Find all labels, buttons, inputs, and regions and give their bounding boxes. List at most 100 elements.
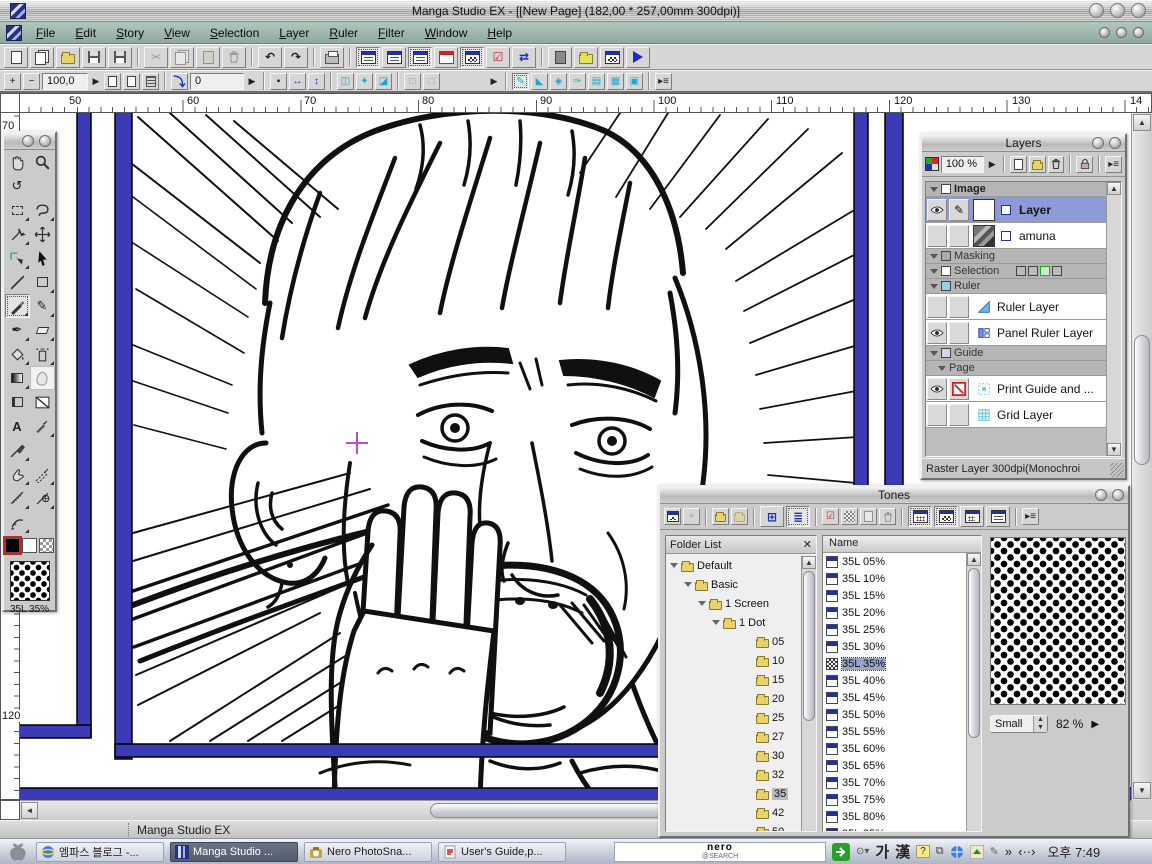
toolbar-menu-button[interactable]: ▸≡ [655, 73, 672, 90]
taskbar-button-manga-studio[interactable]: Manga Studio ... [170, 842, 298, 862]
ruler-triangle-tool-button[interactable]: ◣ [531, 73, 548, 90]
new-folder-button[interactable] [1029, 156, 1046, 173]
tray-dropdown-icon[interactable]: ⊙▾ [856, 846, 869, 857]
folder-up-button[interactable] [712, 508, 729, 525]
paste-tone-button[interactable] [664, 508, 681, 525]
pencil-tool[interactable]: ✎ [30, 294, 55, 318]
tree-node-dot[interactable]: 1 Dot [668, 613, 800, 632]
page-list-button[interactable] [548, 47, 572, 68]
selection-icon[interactable] [1052, 266, 1062, 276]
draft-toggle[interactable] [949, 296, 969, 318]
selection-icon[interactable] [1028, 266, 1038, 276]
materials-button[interactable] [574, 47, 598, 68]
menu-window[interactable]: Window [415, 24, 478, 42]
delete-button[interactable] [222, 47, 246, 68]
ruler-frame-tool-button[interactable]: ▣ [626, 73, 643, 90]
tree-node-32[interactable]: 32 [668, 765, 800, 784]
select-arrow-tool[interactable] [30, 246, 55, 270]
scroll-up-button[interactable]: ▲ [1133, 114, 1151, 131]
layer-row-amuna[interactable]: amuna [926, 223, 1106, 249]
search-go-icon[interactable] [832, 843, 850, 861]
visibility-toggle[interactable] [927, 296, 947, 318]
visibility-toggle[interactable] [927, 225, 947, 247]
start-apple-icon[interactable] [4, 841, 30, 863]
layer-opacity-field[interactable]: 100 % [941, 156, 984, 173]
line-tool[interactable] [5, 270, 30, 294]
layers-palette-titlebar[interactable]: Layers [922, 135, 1125, 152]
tone-pattern-button[interactable] [841, 508, 858, 525]
stamp-tone-button[interactable]: ✦ [683, 508, 700, 525]
tree-node-15[interactable]: 15 [668, 670, 800, 689]
scroll-thumb[interactable] [968, 568, 980, 738]
toggle-tones-palette-button[interactable] [460, 47, 484, 68]
layer-group-image[interactable]: Image [926, 182, 1106, 197]
object-selector-tool[interactable] [5, 246, 30, 270]
magic-wand-tool[interactable] [5, 222, 30, 246]
scroll-down-button[interactable]: ▼ [1107, 443, 1121, 456]
tone-list-scrollbar[interactable]: ▲ [966, 553, 981, 831]
new-tone-button[interactable] [860, 508, 877, 525]
tree-node-default[interactable]: Default [668, 556, 800, 575]
toggle-options-palette-button[interactable]: ☑ [486, 47, 510, 68]
two-page-view-button[interactable] [142, 73, 159, 90]
tones-palette-titlebar[interactable]: Tones [660, 487, 1128, 504]
layer-group-ruler[interactable]: Ruler [926, 279, 1106, 294]
toggle-layers-palette-button[interactable] [408, 47, 432, 68]
tree-node-42[interactable]: 42 [668, 803, 800, 822]
selection-add-icon[interactable] [1040, 266, 1050, 276]
title-bar[interactable]: Manga Studio EX - [[New Page] (182,00 * … [0, 0, 1152, 22]
tone-item[interactable]: 35L 10% [823, 570, 966, 587]
delete-tone-button[interactable] [879, 508, 896, 525]
doc-minimize-button[interactable] [1099, 27, 1110, 38]
maximize-button[interactable] [1110, 3, 1125, 18]
taskbar-button-pdf[interactable]: User's Guide,p... [438, 842, 566, 862]
layers-minimize-button[interactable] [1092, 137, 1104, 149]
marker-tool[interactable]: ✒ [5, 318, 30, 342]
tree-node-35[interactable]: 35 [668, 784, 800, 803]
copy-button[interactable] [170, 47, 194, 68]
tools-close-button[interactable] [39, 135, 51, 147]
ime-help-icon[interactable]: ? [916, 845, 930, 858]
canvas-vertical-scrollbar[interactable]: ▲ ▼ [1131, 113, 1152, 800]
scroll-up-button[interactable]: ▲ [967, 553, 981, 566]
tone-item[interactable]: 35L 40% [823, 672, 966, 689]
tone-item-selected[interactable]: 35L 35% [823, 655, 966, 672]
visibility-toggle[interactable] [927, 322, 947, 344]
menu-view[interactable]: View [154, 24, 200, 42]
no-print-toggle[interactable] [949, 378, 969, 400]
ruler-grid-tool-button[interactable]: ▦ [607, 73, 624, 90]
list-view-button[interactable]: ≣ [786, 506, 810, 527]
shape-tool[interactable] [30, 270, 55, 294]
spinner-arrows[interactable]: ▲▼ [1033, 716, 1047, 732]
menu-edit[interactable]: Edit [65, 24, 106, 42]
tones-minimize-button[interactable] [1095, 489, 1107, 501]
layer-group-page[interactable]: Page [926, 361, 1106, 376]
minimize-button[interactable] [1089, 3, 1104, 18]
toggle-properties-palette-button[interactable] [434, 47, 458, 68]
panel-cut-tool[interactable] [30, 390, 55, 414]
selection-icon[interactable] [1016, 266, 1026, 276]
folder-closed-button[interactable] [731, 508, 748, 525]
prev-page-button[interactable] [104, 73, 121, 90]
close-folder-list-icon[interactable]: ✕ [803, 538, 812, 551]
save-all-button[interactable] [108, 47, 132, 68]
tree-node-screen[interactable]: 1 Screen [668, 594, 800, 613]
scroll-thumb[interactable] [803, 571, 815, 721]
tree-node-20[interactable]: 20 [668, 689, 800, 708]
preview-lines-button[interactable] [986, 506, 1010, 527]
layer-row-ruler-layer[interactable]: Ruler Layer [926, 294, 1106, 320]
recycle-tray-icon[interactable] [970, 845, 984, 859]
tone-item[interactable]: 35L 80% [823, 808, 966, 825]
tone-item[interactable]: 35L 15% [823, 587, 966, 604]
thumbnail-view-button[interactable]: ⊞ [760, 506, 784, 527]
menu-layer[interactable]: Layer [269, 24, 319, 42]
toggle-tools-palette-button[interactable] [356, 47, 380, 68]
snap-guides-button[interactable]: ◫ [337, 73, 354, 90]
background-color-swatch[interactable] [22, 538, 37, 553]
flip-vertical-button[interactable]: ↕ [308, 73, 325, 90]
monitor-tray-icon[interactable]: ⧉ [936, 845, 944, 858]
ruler-edit-tool[interactable] [5, 510, 30, 534]
tools-minimize-button[interactable] [22, 135, 34, 147]
draft-toggle[interactable] [949, 225, 969, 247]
draft-toggle[interactable] [949, 404, 969, 426]
